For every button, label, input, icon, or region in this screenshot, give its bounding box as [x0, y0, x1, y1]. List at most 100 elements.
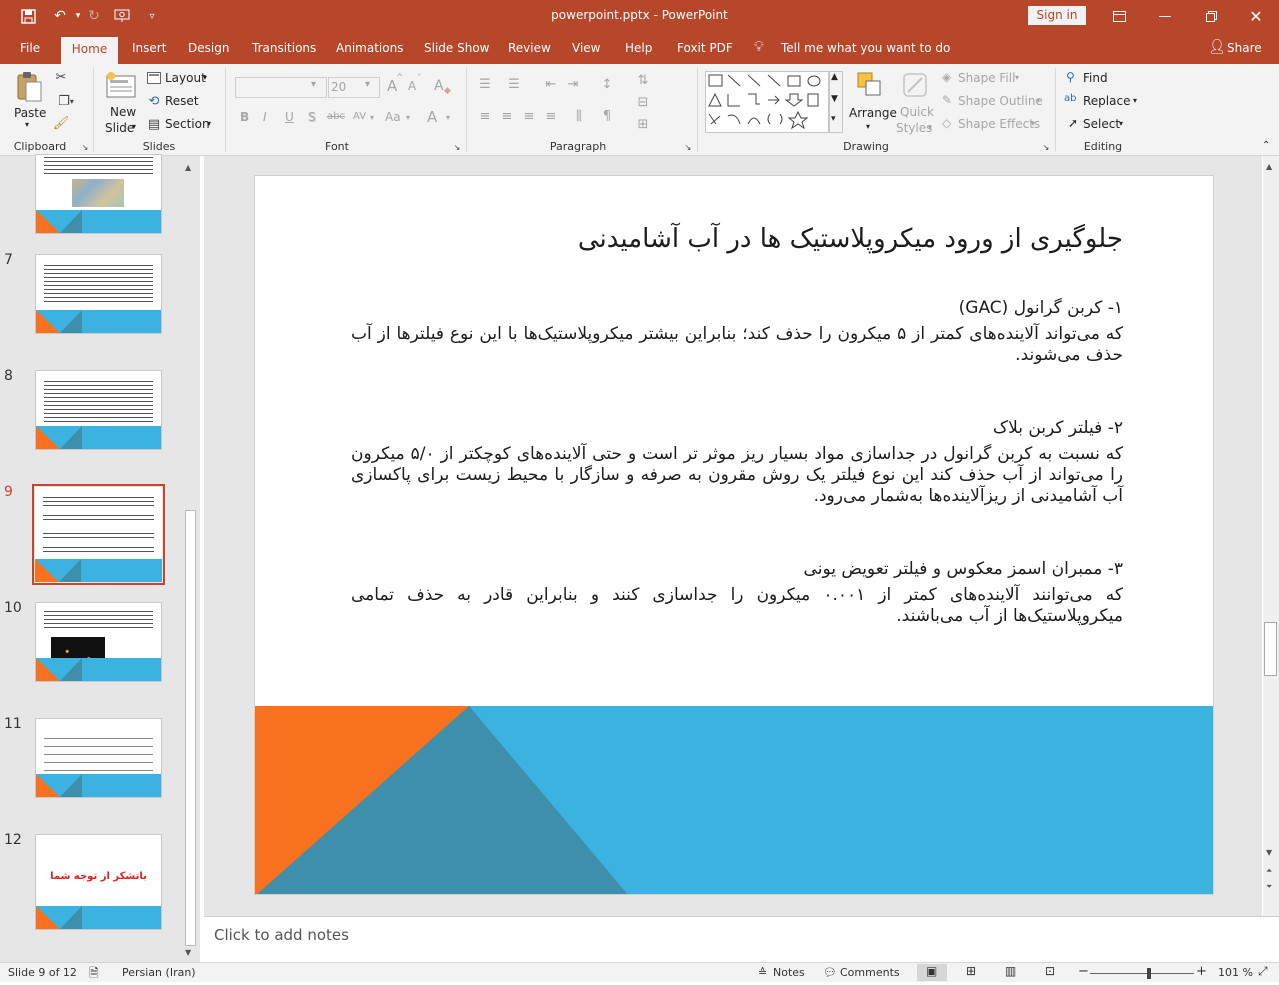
minimize-icon[interactable]: — — [1142, 0, 1188, 33]
text-shadow-button[interactable]: S — [308, 110, 316, 124]
new-slide-icon[interactable] — [104, 70, 138, 100]
language-indicator[interactable]: Persian (Iran) — [122, 966, 196, 979]
quick-styles-icon[interactable] — [901, 70, 929, 100]
quick-styles-label-line2[interactable]: Styles — [896, 121, 932, 135]
slide-thumbnail-12[interactable]: باتشکر از توجه شما — [35, 834, 162, 930]
reading-view-icon[interactable]: ▥ — [1005, 964, 1016, 978]
reset-icon[interactable]: ⟲ — [146, 94, 162, 109]
columns-icon[interactable]: ⫼ — [570, 108, 588, 124]
text-direction-icon[interactable]: ⇅ — [634, 72, 652, 88]
slide-sorter-icon[interactable]: ⊞ — [966, 964, 976, 978]
font-color-button[interactable]: A — [427, 108, 437, 126]
copy-icon[interactable]: ❐ ▾ — [52, 92, 80, 110]
tab-home[interactable]: Home — [61, 37, 118, 64]
paste-icon[interactable] — [14, 70, 44, 104]
decrease-font-size-button[interactable]: A — [408, 79, 416, 93]
section-button[interactable]: Section — [165, 117, 210, 131]
arrange-icon[interactable] — [856, 70, 884, 100]
tab-foxit-pdf[interactable]: Foxit PDF — [677, 41, 733, 55]
quick-styles-dropdown-icon[interactable]: ▾ — [928, 123, 932, 132]
slide-title[interactable]: جلوگیری از ورود میکروپلاستیک ها در آب آش… — [351, 224, 1123, 254]
collapse-ribbon-icon[interactable]: ⌃ — [1262, 140, 1270, 151]
new-slide-dropdown-icon[interactable]: ▾ — [132, 122, 136, 131]
layout-icon[interactable] — [146, 71, 162, 85]
zoom-out-icon[interactable]: − — [1078, 964, 1089, 979]
tab-file[interactable]: File — [20, 41, 40, 55]
tab-view[interactable]: View — [572, 41, 600, 55]
paste-dropdown-icon[interactable]: ▾ — [25, 120, 29, 129]
scroll-down-icon[interactable]: ▼ — [1266, 848, 1272, 857]
align-left-icon[interactable]: ≡ — [476, 108, 494, 124]
select-dropdown-icon[interactable]: ▾ — [1119, 119, 1123, 128]
arrange-button[interactable]: Arrange — [849, 106, 897, 120]
thumbnail-scrollbar[interactable]: ▲ ▼ — [183, 160, 198, 960]
shape-fill-dropdown-icon[interactable]: ▾ — [1015, 73, 1019, 82]
shape-outline-dropdown-icon[interactable]: ▾ — [1036, 96, 1040, 105]
paste-button[interactable]: Paste — [14, 106, 46, 120]
zoom-slider[interactable] — [1090, 973, 1194, 974]
zoom-in-icon[interactable]: + — [1196, 964, 1207, 979]
increase-indent-icon[interactable]: ⇥ — [564, 76, 582, 92]
slide-text-frame[interactable]: جلوگیری از ورود میکروپلاستیک ها در آب آش… — [351, 206, 1123, 627]
font-launcher-icon[interactable]: ↘ — [452, 142, 462, 152]
zoom-slider-thumb[interactable] — [1147, 968, 1152, 979]
tab-help[interactable]: Help — [625, 41, 652, 55]
tab-design[interactable]: Design — [188, 41, 229, 55]
quick-styles-label-line1[interactable]: Quick — [900, 105, 934, 119]
character-spacing-dropdown-icon[interactable]: ▾ — [370, 113, 374, 122]
layout-button[interactable]: Layout — [165, 71, 206, 85]
clipboard-launcher-icon[interactable]: ↘ — [80, 142, 90, 152]
font-size-dropdown-icon[interactable]: ▾ — [365, 79, 370, 90]
rtl-icon[interactable]: ¶ — [598, 108, 616, 124]
format-painter-icon[interactable]: 🖌︎ — [52, 114, 70, 132]
current-slide[interactable]: جلوگیری از ورود میکروپلاستیک ها در آب آش… — [254, 175, 1214, 895]
comments-toggle[interactable]: Comments — [840, 966, 900, 979]
ribbon-display-options-icon[interactable] — [1096, 0, 1142, 33]
line-spacing-icon[interactable]: ↕ — [598, 76, 616, 92]
slide-scrollbar[interactable]: ▲ ▼ ⏶ ⏷ — [1263, 156, 1279, 916]
slide-thumbnail-7[interactable] — [35, 254, 162, 334]
bold-button[interactable]: B — [240, 110, 249, 124]
replace-button[interactable]: Replace — [1083, 94, 1130, 108]
tab-slide-show[interactable]: Slide Show — [424, 41, 489, 55]
tab-insert[interactable]: Insert — [132, 41, 166, 55]
tab-review[interactable]: Review — [508, 41, 551, 55]
slide-thumbnail-6[interactable] — [35, 154, 162, 234]
section-icon[interactable]: ▤ — [146, 117, 162, 132]
sign-in-button[interactable]: Sign in — [1028, 6, 1086, 25]
shapes-gallery[interactable] — [705, 71, 829, 133]
close-icon[interactable]: ✕ — [1233, 0, 1279, 33]
slide-thumbnail-11[interactable] — [35, 718, 162, 798]
align-right-icon[interactable]: ≡ — [520, 108, 538, 124]
bullets-icon[interactable]: ☰ — [476, 76, 494, 92]
find-button[interactable]: Find — [1083, 71, 1108, 85]
gallery-up-icon[interactable]: ▲ — [831, 72, 838, 82]
restore-icon[interactable] — [1188, 0, 1234, 33]
previous-slide-icon[interactable]: ⏶ — [1266, 866, 1272, 876]
layout-dropdown-icon[interactable]: ▾ — [203, 73, 207, 82]
underline-button[interactable]: U — [285, 110, 294, 124]
notes-placeholder[interactable]: Click to add notes — [214, 926, 349, 944]
tell-me-search[interactable]: Tell me what you want to do — [781, 41, 950, 55]
scroll-down-icon[interactable]: ▼ — [185, 948, 191, 957]
smartart-icon[interactable]: ⊞ — [634, 116, 652, 132]
slide-scroll-thumb[interactable] — [1264, 622, 1277, 676]
shape-effects-button[interactable]: Shape Effects — [958, 117, 1040, 131]
shape-effects-dropdown-icon[interactable]: ▾ — [1031, 119, 1035, 128]
notes-toggle[interactable]: Notes — [773, 966, 805, 979]
justify-icon[interactable]: ≡ — [542, 108, 560, 124]
new-slide-label-line1[interactable]: New — [110, 105, 136, 119]
next-slide-icon[interactable]: ⏷ — [1266, 882, 1272, 892]
align-center-icon[interactable]: ≡ — [498, 108, 516, 124]
italic-button[interactable]: I — [263, 110, 267, 124]
shape-fill-button[interactable]: Shape Fill — [958, 71, 1015, 85]
character-spacing-button[interactable]: AV — [353, 111, 366, 122]
scroll-up-icon[interactable]: ▲ — [1266, 162, 1272, 171]
slide-thumbnail-9[interactable] — [35, 487, 162, 582]
change-case-dropdown-icon[interactable]: ▾ — [406, 113, 410, 122]
decrease-indent-icon[interactable]: ⇤ — [542, 76, 560, 92]
select-button[interactable]: Select — [1083, 117, 1120, 131]
arrange-dropdown-icon[interactable]: ▾ — [866, 122, 870, 131]
paragraph-launcher-icon[interactable]: ↘ — [683, 142, 693, 152]
numbering-icon[interactable]: ☰ — [505, 76, 523, 92]
